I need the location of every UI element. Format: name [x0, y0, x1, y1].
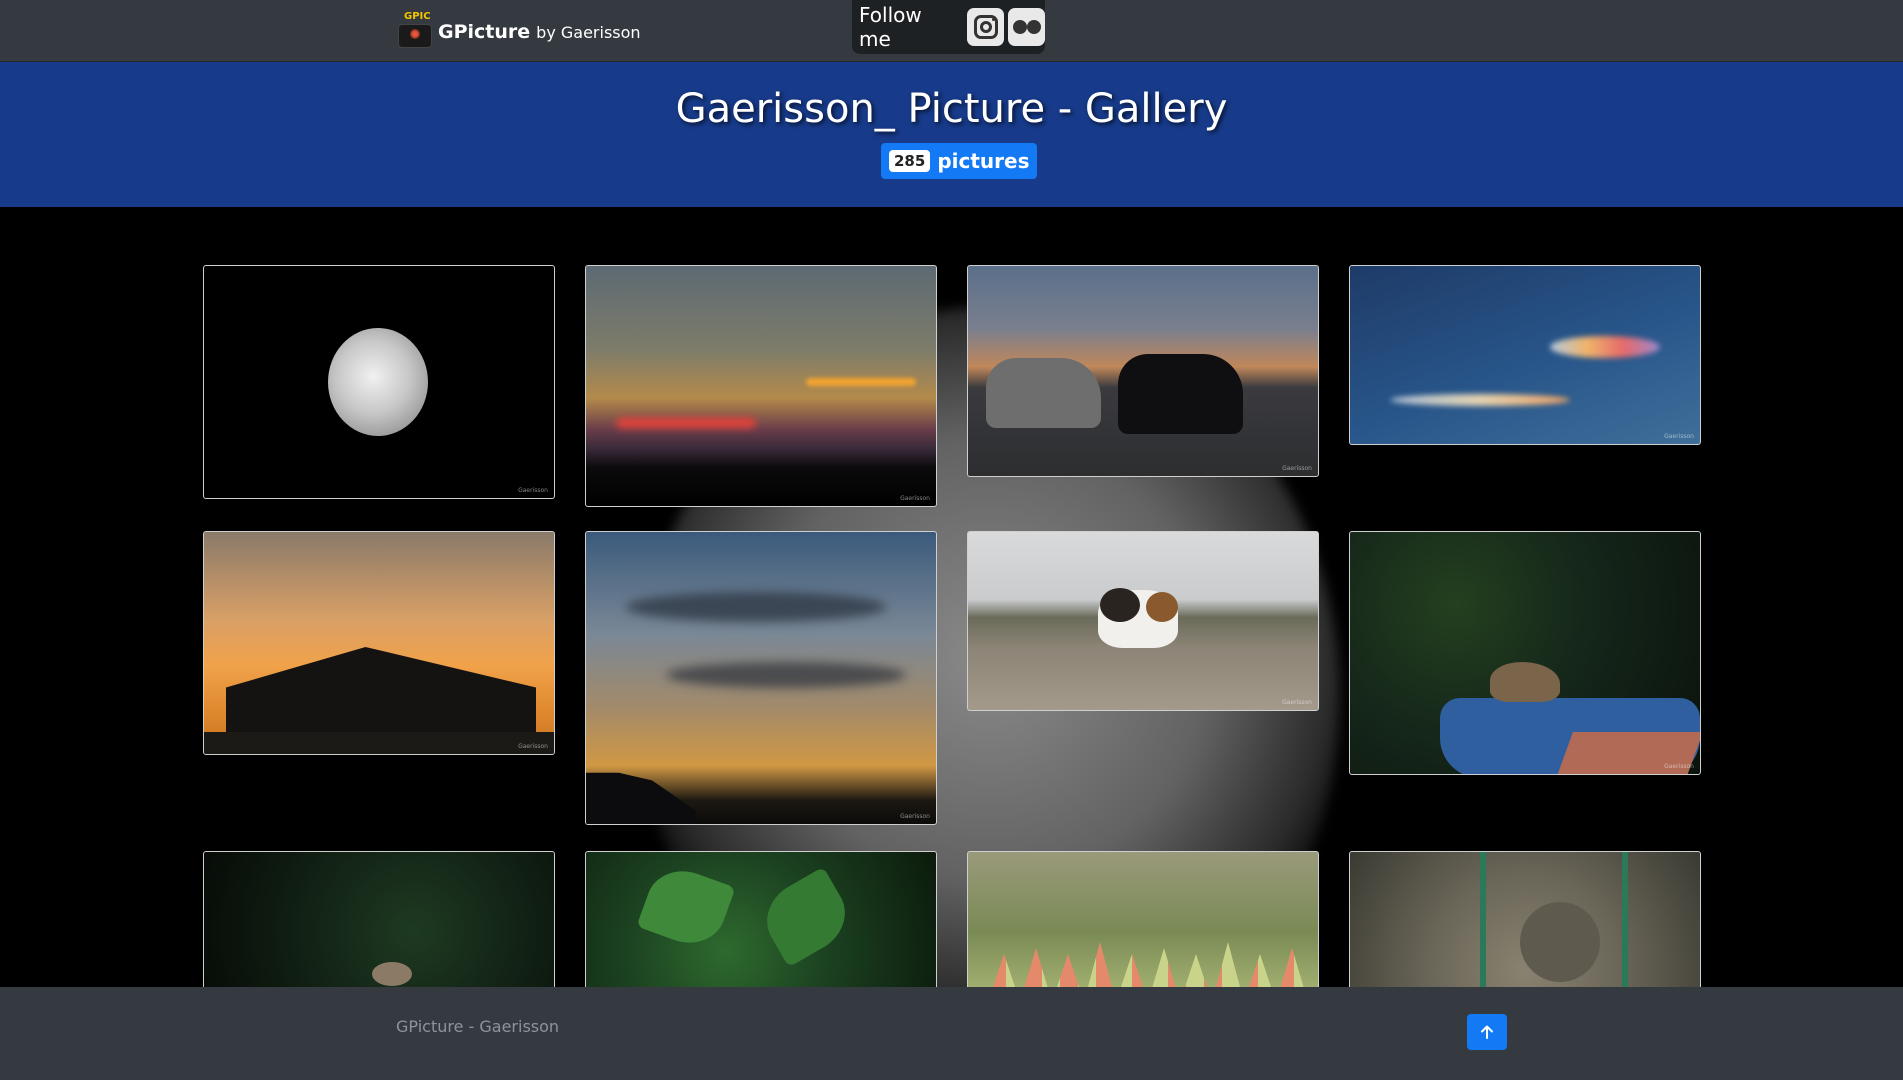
photo-thumbnail-barn-sunset[interactable]: Gaerisson: [203, 531, 555, 755]
photo-thumbnail-moon[interactable]: Gaerisson: [203, 265, 555, 499]
photo-thumbnail-succulents[interactable]: [967, 851, 1319, 987]
camera-logo-icon: GPIC: [396, 11, 432, 50]
brand-author: by Gaerisson: [536, 22, 641, 42]
watermark: Gaerisson: [1282, 699, 1312, 706]
brand-link[interactable]: GPIC GPicture by Gaerisson: [396, 11, 641, 50]
picture-count: 285: [889, 150, 931, 172]
watermark: Gaerisson: [1282, 465, 1312, 472]
photo-thumbnail-horses[interactable]: Gaerisson: [967, 265, 1319, 477]
watermark: Gaerisson: [518, 487, 548, 494]
photo-thumbnail-cat[interactable]: Gaerisson: [967, 531, 1319, 711]
navbar: GPIC GPicture by Gaerisson Follow me: [0, 0, 1903, 62]
watermark: Gaerisson: [900, 495, 930, 502]
watermark: Gaerisson: [1664, 433, 1694, 440]
arrow-up-icon: [1481, 1025, 1493, 1039]
photo-thumbnail-iridescent-clouds[interactable]: Gaerisson: [1349, 265, 1701, 445]
photo-thumbnail-sunset-clouds[interactable]: Gaerisson: [585, 265, 937, 507]
photo-thumbnail-sparrow[interactable]: Gaerisson: [1349, 531, 1701, 775]
flickr-icon[interactable]: [1008, 8, 1045, 46]
photo-gallery: Gaerisson Gaerisson Gaerisson Gaerisson …: [0, 207, 1903, 987]
photo-thumbnail-green-leaves[interactable]: [585, 851, 937, 987]
photo-thumbnail-cloudy-sky[interactable]: Gaerisson: [585, 531, 937, 825]
scroll-to-top-button[interactable]: [1467, 1014, 1507, 1050]
footer: GPicture - Gaerisson: [0, 987, 1903, 1080]
follow-label: Follow me: [859, 3, 922, 51]
watermark: Gaerisson: [900, 813, 930, 820]
picture-count-label: pictures: [937, 149, 1030, 173]
photo-thumbnail-bird-leaves[interactable]: [203, 851, 555, 987]
page-title: Gaerisson_ Picture - Gallery: [675, 86, 1228, 132]
brand-name: GPicture: [438, 21, 531, 43]
instagram-icon[interactable]: [967, 8, 1005, 46]
gallery-header: Gaerisson_ Picture - Gallery 285 picture…: [0, 62, 1903, 207]
watermark: Gaerisson: [518, 743, 548, 750]
watermark: Gaerisson: [1664, 763, 1694, 770]
follow-me-panel: Follow me: [852, 0, 1045, 54]
logo-text: GPIC: [404, 11, 431, 22]
picture-count-badge: 285 pictures: [881, 143, 1038, 179]
footer-text: GPicture - Gaerisson: [396, 1017, 560, 1036]
photo-thumbnail-tortoise[interactable]: [1349, 851, 1701, 987]
